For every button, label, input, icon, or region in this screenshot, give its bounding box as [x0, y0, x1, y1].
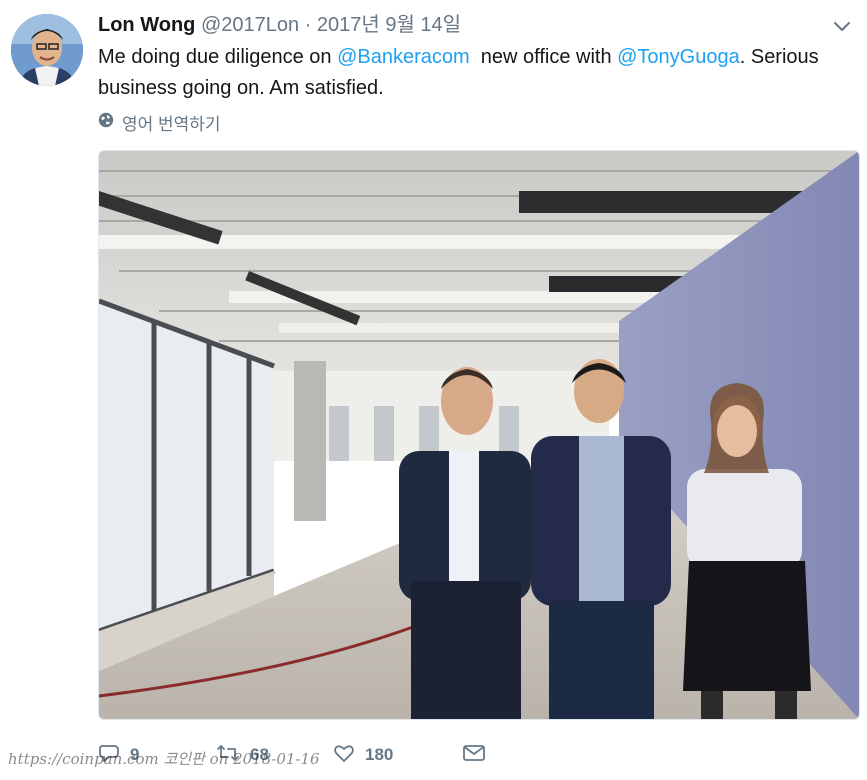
author-avatar[interactable] — [11, 14, 83, 86]
tweet-text-part: Me doing due diligence on — [98, 46, 338, 68]
tweet-date[interactable]: 2017년 9월 14일 — [317, 14, 461, 36]
tweet-header: Lon Wong @2017Lon · 2017년 9월 14일 — [98, 12, 461, 38]
direct-message-button[interactable] — [462, 743, 486, 768]
tweet-text-part: new office with — [469, 46, 618, 68]
tweet-photo[interactable] — [98, 150, 860, 720]
author-handle[interactable]: @2017Lon — [201, 14, 299, 36]
mention-link-tonyguoga[interactable]: @TonyGuoga — [617, 46, 740, 68]
translate-label: 영어 번역하기 — [122, 115, 221, 134]
header-separator: · — [304, 14, 312, 36]
author-name[interactable]: Lon Wong — [98, 14, 195, 36]
envelope-icon — [462, 743, 486, 768]
translate-tweet-button[interactable]: 영어 번역하기 — [98, 110, 221, 135]
globe-icon — [98, 112, 114, 133]
tweet-text: Me doing due diligence on @Bankeracom ne… — [98, 42, 853, 104]
like-count: 180 — [365, 745, 394, 764]
heart-icon — [333, 743, 355, 768]
like-button[interactable]: 180 — [333, 743, 393, 768]
chevron-down-icon[interactable] — [832, 16, 852, 36]
watermark: https://coinpan.com 코인판 on 2018-01-16 — [8, 750, 320, 768]
mention-link-bankeracom[interactable]: @Bankeracom — [337, 46, 470, 68]
